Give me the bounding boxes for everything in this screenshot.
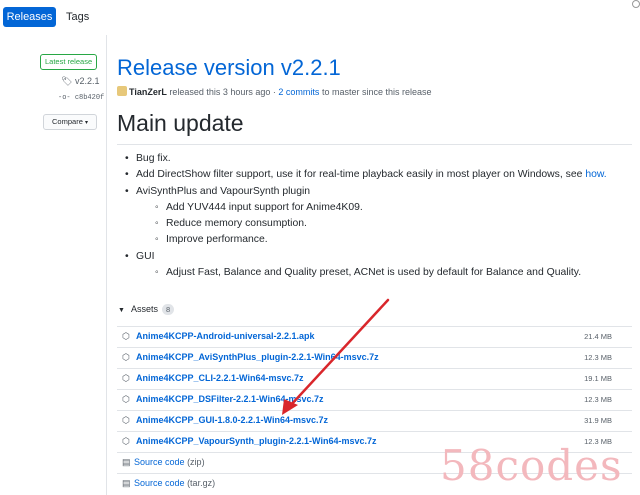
annotation-arrow [282,298,390,415]
annotation-arrow-shaft [288,298,390,408]
watermark: 58codes [440,441,623,490]
